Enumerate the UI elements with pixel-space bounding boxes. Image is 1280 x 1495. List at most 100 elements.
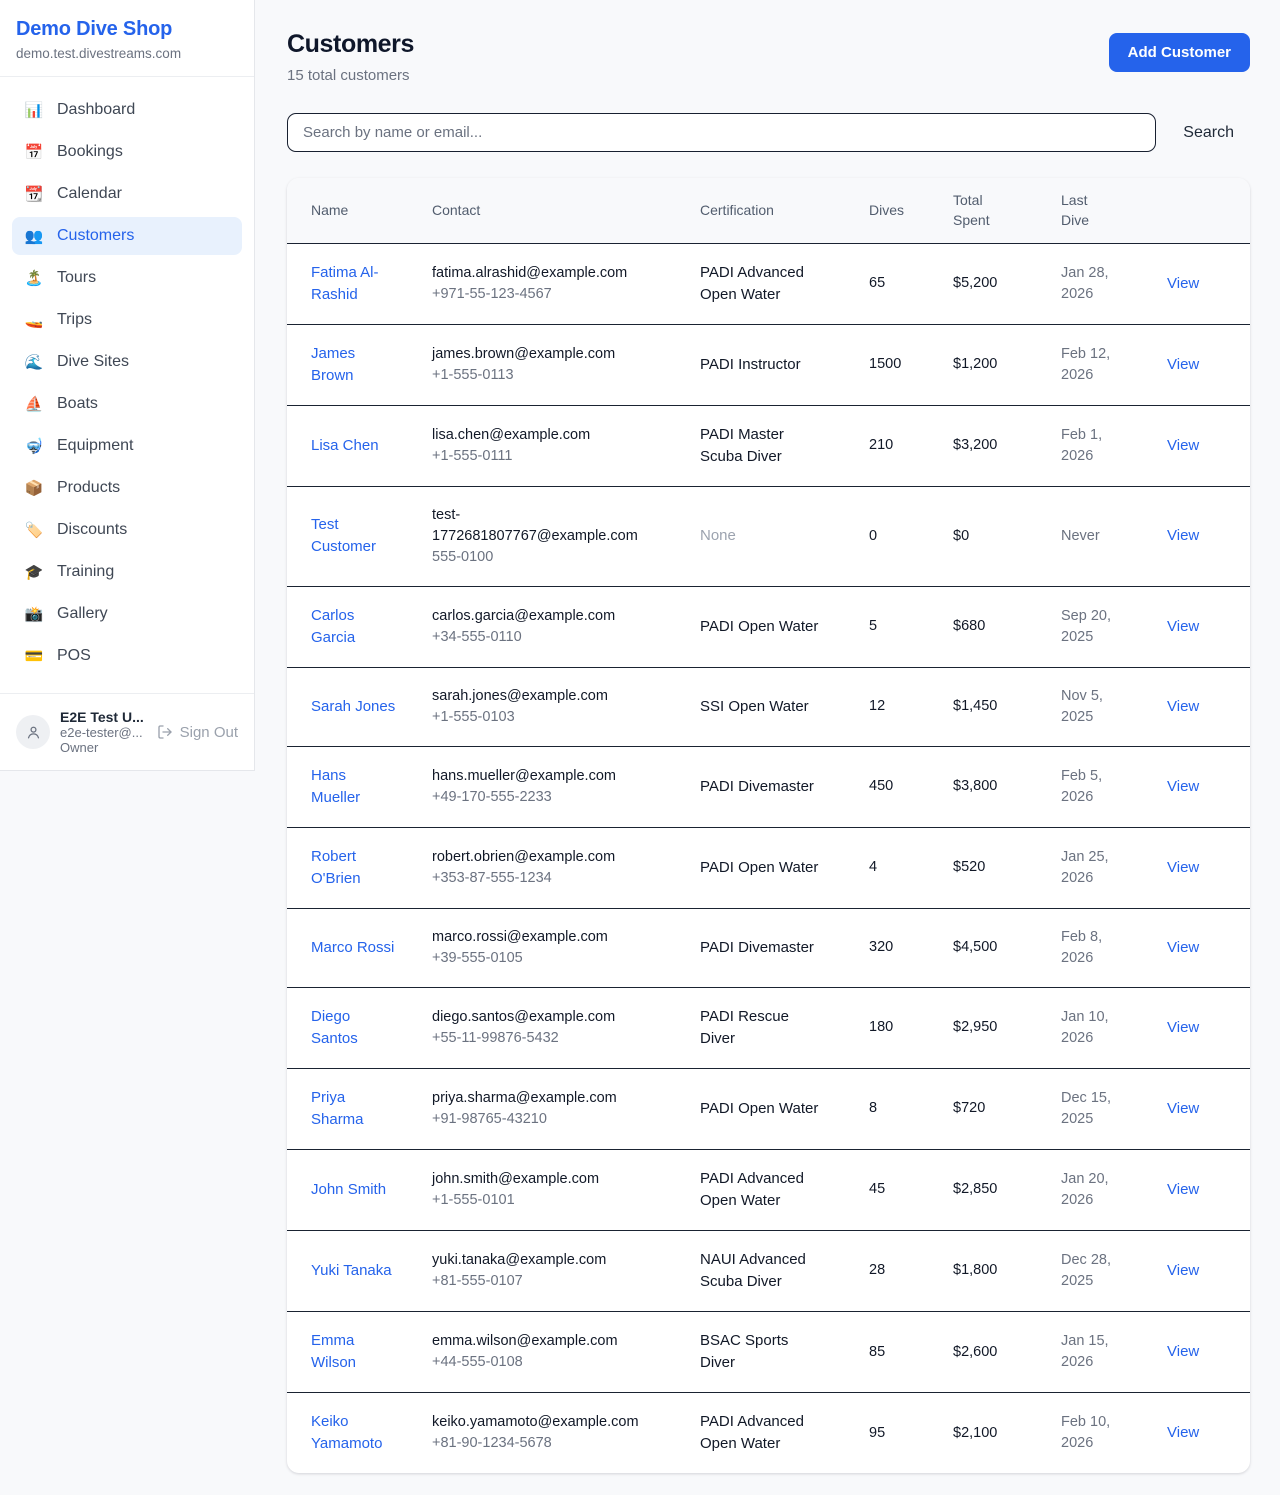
sidebar-item-products[interactable]: 📦Products xyxy=(12,469,242,507)
sidebar-item-dashboard[interactable]: 📊Dashboard xyxy=(12,91,242,129)
customer-name-link[interactable]: Robert O'Brien xyxy=(311,848,361,887)
last-dive-cell: Feb 12, 2026 xyxy=(1061,324,1167,405)
sidebar-item-tours[interactable]: 🏝️ Tours xyxy=(12,259,242,297)
sidebar-item-boats[interactable]: ⛵Boats xyxy=(12,385,242,423)
dives-value: 95 xyxy=(869,1425,885,1441)
total-spent-cell: $520 xyxy=(953,827,1061,908)
action-cell: View xyxy=(1167,908,1250,987)
avatar xyxy=(16,715,50,749)
sidebar: Demo Dive Shop demo.test.divestreams.com… xyxy=(0,0,255,771)
total-spent-cell: $2,600 xyxy=(953,1312,1061,1393)
table-row: Lisa Chenlisa.chen@example.com+1-555-011… xyxy=(287,405,1250,486)
view-customer-link[interactable]: View xyxy=(1167,437,1199,454)
view-customer-link[interactable]: View xyxy=(1167,275,1199,292)
customer-name-link[interactable]: Lisa Chen xyxy=(311,437,379,454)
sidebar-item-customers[interactable]: 👥Customers xyxy=(12,217,242,255)
name-cell: James Brown xyxy=(287,324,432,405)
view-customer-link[interactable]: View xyxy=(1167,1019,1199,1036)
customer-name-link[interactable]: Diego Santos xyxy=(311,1008,358,1047)
sidebar-item-discounts[interactable]: 🏷️Discounts xyxy=(12,511,242,549)
search-button[interactable]: Search xyxy=(1183,124,1234,142)
bar-chart-icon: 📊 xyxy=(24,101,44,119)
sidebar-item-label: Equipment xyxy=(57,437,134,455)
name-cell: Priya Sharma xyxy=(287,1068,432,1149)
customer-email: keiko.yamamoto@example.com xyxy=(432,1412,640,1433)
dives-value: 8 xyxy=(869,1100,877,1116)
action-cell: View xyxy=(1167,667,1250,746)
sidebar-item-dive-sites[interactable]: 🌊Dive Sites xyxy=(12,343,242,381)
total-spent-cell: $1,200 xyxy=(953,324,1061,405)
sidebar-item-calendar[interactable]: 📆Calendar xyxy=(12,175,242,213)
contact-cell: carlos.garcia@example.com+34-555-0110 xyxy=(432,586,700,667)
dives-value: 450 xyxy=(869,778,893,794)
view-customer-link[interactable]: View xyxy=(1167,1424,1199,1441)
table-row: James Brownjames.brown@example.com+1-555… xyxy=(287,324,1250,405)
view-customer-link[interactable]: View xyxy=(1167,1100,1199,1117)
customer-name-link[interactable]: Yuki Tanaka xyxy=(311,1262,392,1279)
island-icon: 🏝️ xyxy=(24,269,44,287)
certification-value: BSAC Sports Diver xyxy=(700,1332,788,1371)
table-row: Test Customertest-1772681807767@example.… xyxy=(287,486,1250,586)
view-customer-link[interactable]: View xyxy=(1167,527,1199,544)
user-info: E2E Test U... e2e-tester@... Owner xyxy=(60,709,144,755)
certification-cell: PADI Advanced Open Water xyxy=(700,243,869,324)
table-row: Hans Muellerhans.mueller@example.com+49-… xyxy=(287,746,1250,827)
certification-cell: NAUI Advanced Scuba Diver xyxy=(700,1230,869,1311)
table-row: Yuki Tanakayuki.tanaka@example.com+81-55… xyxy=(287,1230,1250,1311)
sidebar-item-trips[interactable]: 🚤Trips xyxy=(12,301,242,339)
total-spent-value: $1,200 xyxy=(953,356,997,372)
customer-name-link[interactable]: Carlos Garcia xyxy=(311,607,355,646)
view-customer-link[interactable]: View xyxy=(1167,939,1199,956)
sign-out-button[interactable]: Sign Out xyxy=(157,724,238,741)
view-customer-link[interactable]: View xyxy=(1167,698,1199,715)
total-spent-value: $680 xyxy=(953,618,985,634)
add-customer-button[interactable]: Add Customer xyxy=(1109,33,1250,72)
customer-name-link[interactable]: James Brown xyxy=(311,345,355,384)
last-dive-cell: Feb 1, 2026 xyxy=(1061,405,1167,486)
total-spent-value: $4,500 xyxy=(953,939,997,955)
customer-email: priya.sharma@example.com xyxy=(432,1088,640,1109)
customer-name-link[interactable]: Hans Mueller xyxy=(311,767,360,806)
sidebar-item-training[interactable]: 🎓Training xyxy=(12,553,242,591)
view-customer-link[interactable]: View xyxy=(1167,859,1199,876)
table-row: Carlos Garcia carlos.garcia@example.com+3… xyxy=(287,586,1250,667)
customer-name-link[interactable]: Test Customer xyxy=(311,516,376,555)
view-customer-link[interactable]: View xyxy=(1167,356,1199,373)
total-spent-cell: $2,850 xyxy=(953,1149,1061,1230)
last-dive-value: Jan 15, 2026 xyxy=(1061,1333,1109,1370)
customer-phone: +55-11-99876-5432 xyxy=(432,1028,640,1049)
search-input[interactable] xyxy=(287,113,1156,152)
last-dive-cell: Never xyxy=(1061,486,1167,586)
view-customer-link[interactable]: View xyxy=(1167,1343,1199,1360)
certification-value: None xyxy=(700,527,736,544)
sidebar-item-label: Boats xyxy=(57,395,98,413)
certification-cell: PADI Instructor xyxy=(700,324,869,405)
certification-value: NAUI Advanced Scuba Diver xyxy=(700,1251,806,1290)
customer-name-link[interactable]: Keiko Yamamoto xyxy=(311,1413,382,1452)
customer-name-link[interactable]: Emma Wilson xyxy=(311,1332,356,1371)
last-dive-value: Dec 28, 2025 xyxy=(1061,1252,1111,1289)
certification-value: PADI Master Scuba Diver xyxy=(700,426,784,465)
sidebar-item-label: Training xyxy=(57,563,114,581)
customer-name-link[interactable]: Fatima Al-Rashid xyxy=(311,264,379,303)
dives-value: 5 xyxy=(869,618,877,634)
dives-value: 28 xyxy=(869,1262,885,1278)
view-customer-link[interactable]: View xyxy=(1167,618,1199,635)
sidebar-item-equipment[interactable]: 🤿Equipment xyxy=(12,427,242,465)
customer-name-link[interactable]: John Smith xyxy=(311,1181,386,1198)
customer-name-link[interactable]: Sarah Jones xyxy=(311,698,395,715)
contact-cell: john.smith@example.com+1-555-0101 xyxy=(432,1149,700,1230)
total-spent-cell: $5,200 xyxy=(953,243,1061,324)
sidebar-item-gallery[interactable]: 📸Gallery xyxy=(12,595,242,633)
sidebar-item-bookings[interactable]: 📅Bookings xyxy=(12,133,242,171)
total-spent-value: $0 xyxy=(953,528,969,544)
customer-phone: +81-555-0107 xyxy=(432,1271,640,1292)
sidebar-item-label: Tours xyxy=(57,269,96,287)
customer-name-link[interactable]: Marco Rossi xyxy=(311,939,394,956)
view-customer-link[interactable]: View xyxy=(1167,778,1199,795)
view-customer-link[interactable]: View xyxy=(1167,1181,1199,1198)
customer-name-link[interactable]: Priya Sharma xyxy=(311,1089,364,1128)
view-customer-link[interactable]: View xyxy=(1167,1262,1199,1279)
sidebar-item-pos[interactable]: 💳POS xyxy=(12,637,242,675)
customer-email: john.smith@example.com xyxy=(432,1169,640,1190)
